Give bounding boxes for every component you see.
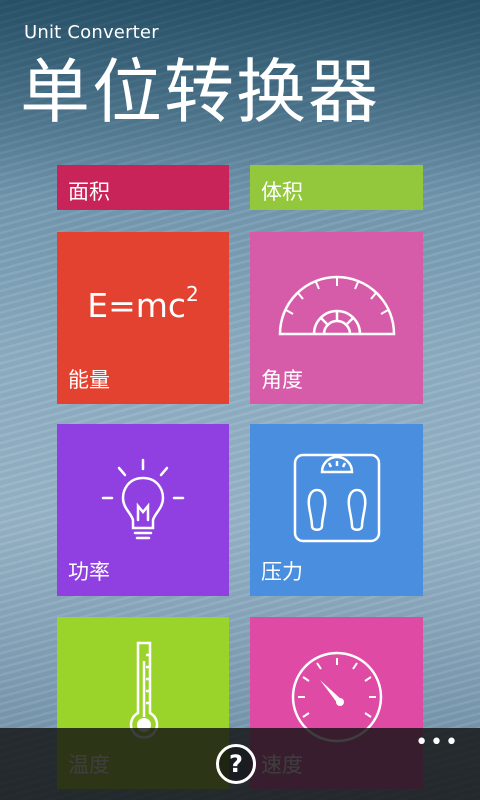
more-menu-icon[interactable]: •••	[415, 730, 460, 755]
energy-formula-exp: 2	[186, 282, 199, 306]
help-button[interactable]: ?	[216, 744, 256, 784]
tile-energy[interactable]: E=mc2 能量	[57, 232, 229, 404]
application-bar: ? •••	[0, 728, 480, 800]
app-name: Unit Converter	[24, 22, 159, 43]
tile-angle[interactable]: 角度	[250, 232, 423, 404]
tile-energy-label: 能量	[68, 368, 110, 392]
tile-area-label: 面积	[68, 180, 110, 204]
energy-formula-base: E=mc	[87, 286, 187, 325]
energy-formula: E=mc2	[57, 282, 229, 325]
page-title: 单位转换器	[20, 51, 380, 133]
scale-icon	[293, 453, 381, 543]
tile-pressure-label: 压力	[261, 560, 303, 584]
lightbulb-icon	[101, 458, 185, 540]
tile-angle-label: 角度	[261, 368, 303, 392]
tile-volume-label: 体积	[261, 180, 303, 204]
protractor-icon	[278, 275, 396, 336]
tile-pressure[interactable]: 压力	[250, 424, 423, 596]
tile-volume[interactable]: 体积	[250, 165, 423, 210]
tile-power-label: 功率	[68, 560, 110, 584]
tile-power[interactable]: 功率	[57, 424, 229, 596]
tile-area[interactable]: 面积	[57, 165, 229, 210]
